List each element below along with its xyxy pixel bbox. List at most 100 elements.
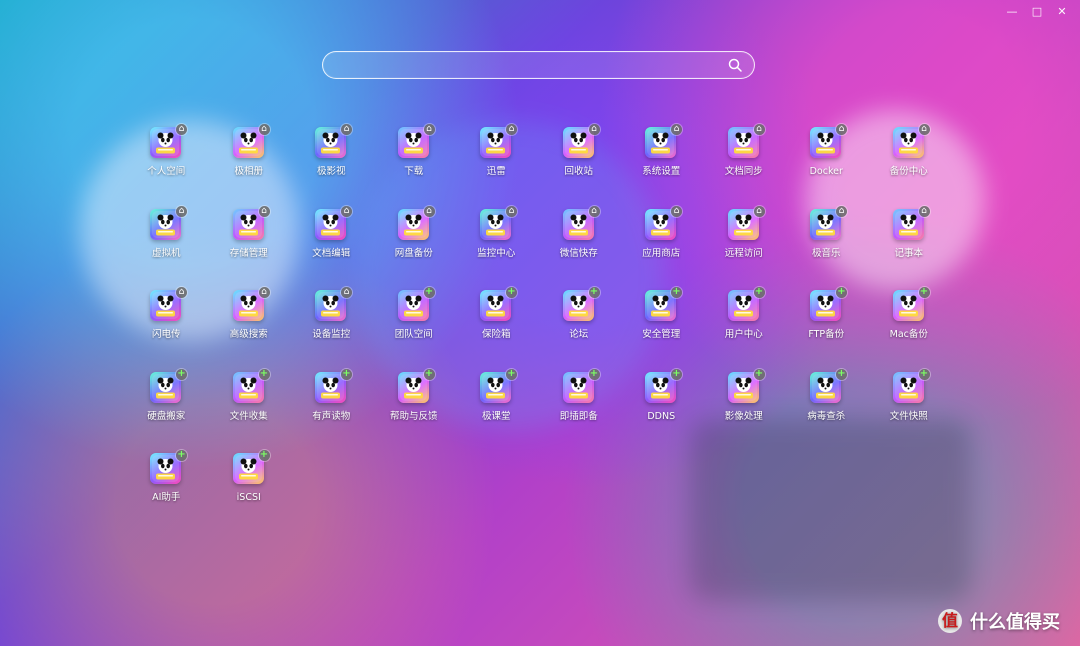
app-item[interactable]: ⌂ 微信快存 [538, 205, 621, 290]
close-button[interactable]: ✕ [1056, 6, 1068, 18]
app-item[interactable]: ⌂ 文档编辑 [290, 205, 373, 290]
app-item[interactable]: ⌂ 高级搜索 [208, 287, 291, 371]
app-item[interactable]: ⌂ 回收站 [538, 124, 621, 208]
add-badge-icon: + [588, 286, 600, 298]
home-badge-icon: ⌂ [258, 205, 270, 217]
home-badge-icon: ⌂ [176, 124, 187, 135]
add-badge-icon: + [423, 286, 435, 298]
app-item[interactable]: + DDNS [620, 368, 703, 453]
app-item[interactable]: ⌂ 系统设置 [620, 124, 703, 208]
app-item[interactable]: ⌂ 迅雷 [455, 124, 538, 208]
app-label: 远程访问 [724, 247, 763, 259]
home-badge-icon: ⌂ [423, 124, 435, 135]
add-badge-icon: + [176, 367, 187, 380]
app-item[interactable]: ⌂ 虚拟机 [125, 205, 208, 290]
app-item[interactable]: + 团队空间 [373, 286, 456, 371]
maximize-button[interactable]: □ [1031, 6, 1043, 18]
app-label: 系统设置 [642, 166, 681, 177]
home-badge-icon: ⌂ [836, 124, 847, 135]
app-label: 论坛 [569, 329, 589, 340]
add-badge-icon: + [753, 367, 765, 380]
app-item[interactable]: ⌂ 备份中心 [868, 124, 951, 208]
add-badge-icon: + [341, 367, 352, 380]
app-item[interactable]: + Mac备份 [868, 286, 951, 371]
add-badge-icon: + [176, 449, 187, 461]
home-badge-icon: ⌂ [506, 205, 517, 217]
search-icon[interactable] [727, 57, 743, 73]
app-item[interactable]: + 硬盘搬家 [125, 367, 208, 453]
app-item[interactable]: + 即插即备 [538, 368, 621, 453]
app-label: Mac备份 [889, 329, 928, 340]
app-item[interactable]: ⌂ 下载 [373, 124, 456, 208]
app-item[interactable]: + 文件收集 [208, 368, 291, 453]
watermark-logo: 值 [938, 609, 962, 633]
app-item[interactable]: + 用户中心 [703, 287, 786, 371]
home-badge-icon: ⌂ [341, 124, 352, 135]
app-label: 虚拟机 [151, 247, 181, 259]
home-badge-icon: ⌂ [341, 287, 352, 298]
home-badge-icon: ⌂ [918, 124, 930, 135]
app-item[interactable]: + 帮助与反馈 [373, 368, 456, 453]
add-badge-icon: + [836, 286, 847, 298]
app-item[interactable]: ⌂ 文档同步 [703, 124, 786, 208]
app-item[interactable]: + 文件快照 [868, 367, 951, 453]
app-item[interactable]: ⌂ 存储管理 [208, 205, 291, 290]
home-badge-icon: ⌂ [588, 124, 600, 135]
home-badge-icon: ⌂ [588, 205, 600, 217]
add-badge-icon: + [918, 367, 930, 380]
app-item[interactable]: ⌂ 监控中心 [455, 205, 538, 290]
home-badge-icon: ⌂ [836, 205, 847, 217]
app-item[interactable]: + AI助手 [125, 449, 208, 534]
app-label: 安全管理 [642, 329, 681, 340]
app-launcher-grid: ⌂ 个人空间 ⌂ 极相册 ⌂ 极影视 ⌂ 下载 ⌂ 迅雷 ⌂ 回收站 ⌂ 系统设… [125, 124, 975, 516]
add-badge-icon: + [918, 286, 930, 298]
app-label: 文件快照 [889, 410, 928, 422]
app-item[interactable]: ⌂ 记事本 [868, 205, 951, 290]
app-label: 用户中心 [724, 329, 763, 340]
app-item[interactable]: ⌂ 极影视 [290, 124, 373, 208]
add-badge-icon: + [671, 286, 682, 298]
app-item[interactable]: ⌂ 极音乐 [785, 205, 868, 290]
app-item[interactable]: ⌂ 个人空间 [125, 124, 208, 208]
home-badge-icon: ⌂ [258, 287, 270, 298]
app-item[interactable]: + iSCSI [208, 450, 291, 534]
app-label: 存储管理 [229, 247, 268, 259]
app-item[interactable]: + 安全管理 [620, 286, 703, 371]
app-item[interactable]: ⌂ 设备监控 [290, 287, 373, 371]
app-item[interactable]: ⌂ 远程访问 [703, 205, 786, 290]
app-item[interactable]: ⌂ Docker [785, 124, 868, 208]
app-item[interactable]: + 论坛 [538, 286, 621, 371]
home-badge-icon: ⌂ [918, 205, 930, 217]
home-badge-icon: ⌂ [176, 205, 187, 217]
app-item[interactable]: + 保险箱 [455, 286, 538, 371]
app-label: 迅雷 [486, 166, 506, 177]
app-item[interactable]: + 影像处理 [703, 367, 786, 453]
minimize-button[interactable]: — [1006, 6, 1018, 18]
app-item[interactable]: + 病毒查杀 [785, 367, 868, 453]
add-badge-icon: + [836, 367, 847, 380]
app-item[interactable]: ⌂ 闪电传 [125, 287, 208, 371]
app-label: 影像处理 [724, 410, 763, 422]
app-item[interactable]: ⌂ 网盘备份 [373, 205, 456, 290]
app-label: 文件收集 [229, 410, 268, 422]
app-item[interactable]: ⌂ 极相册 [208, 124, 291, 208]
search-box[interactable] [322, 51, 755, 79]
search-input[interactable] [335, 54, 729, 78]
app-label: 文档同步 [724, 166, 763, 177]
app-label: 帮助与反馈 [389, 410, 438, 422]
app-label: iSCSI [236, 492, 261, 503]
app-label: DDNS [647, 410, 676, 422]
app-label: 设备监控 [312, 329, 351, 340]
app-label: FTP备份 [808, 329, 845, 340]
app-item[interactable]: ⌂ 应用商店 [620, 205, 703, 290]
app-label: 极相册 [234, 166, 263, 177]
app-label: 监控中心 [477, 247, 516, 259]
app-item[interactable]: + FTP备份 [785, 286, 868, 371]
home-badge-icon: ⌂ [176, 287, 187, 298]
app-item[interactable]: + 极课堂 [455, 368, 538, 453]
app-item[interactable]: + 有声读物 [290, 367, 373, 453]
app-label: 极影视 [316, 166, 346, 177]
app-label: 有声读物 [312, 410, 351, 422]
add-badge-icon: + [506, 286, 517, 298]
app-label: 保险箱 [481, 329, 511, 340]
